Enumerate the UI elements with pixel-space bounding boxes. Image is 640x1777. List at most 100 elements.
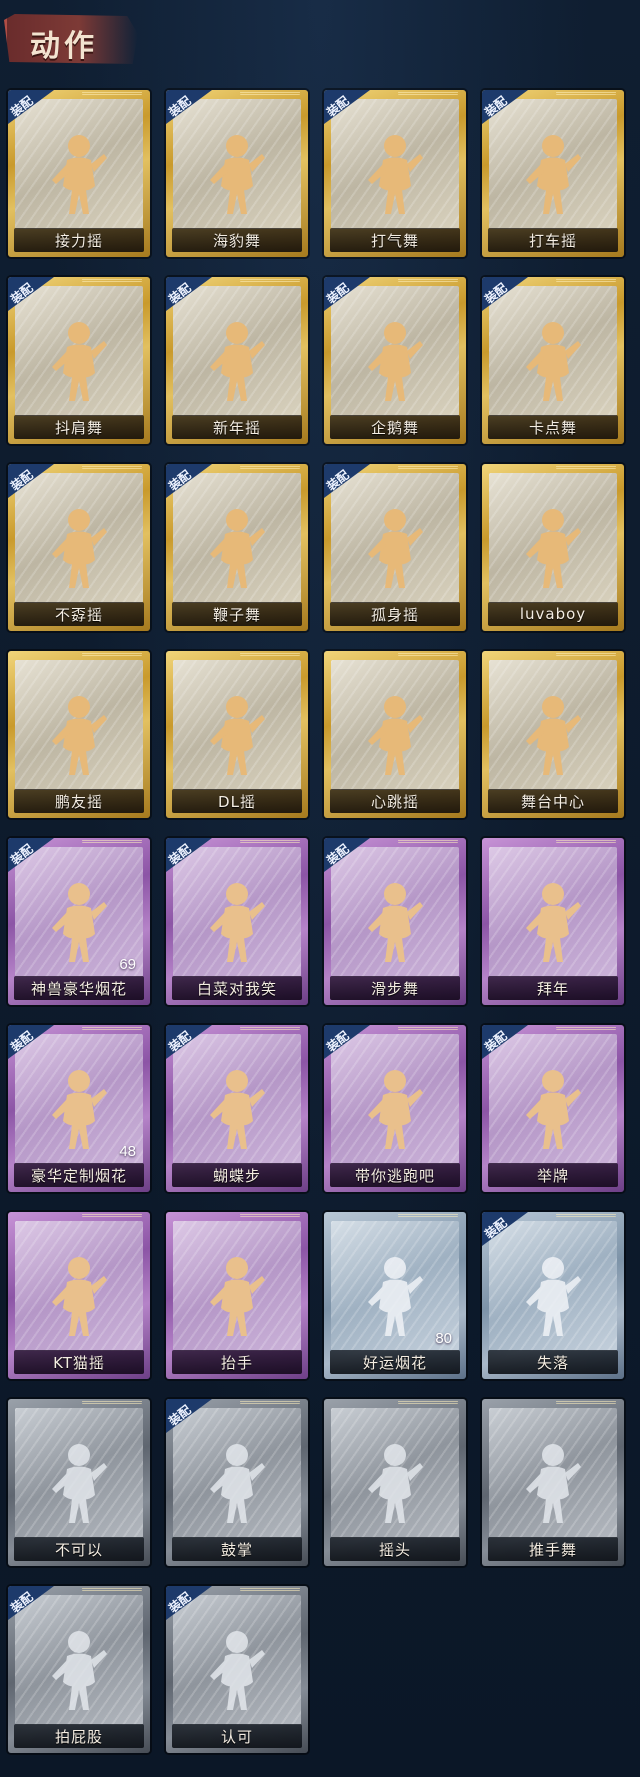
emote-name: 心跳摇 (370, 792, 419, 811)
emote-card-9[interactable]: 鞭子舞 装配 (166, 464, 308, 631)
card-label-bar: 企鹅舞 (330, 415, 460, 439)
emote-card-32[interactable]: 拍屁股 装配 (8, 1586, 150, 1753)
emote-name: 好运烟花 (362, 1353, 427, 1372)
emote-card-28[interactable]: 不可以 装配 (8, 1399, 150, 1566)
emote-card-20[interactable]: 48 豪华定制烟花 装配 (8, 1025, 150, 1192)
card-label-bar: 不可以 (14, 1537, 144, 1561)
emote-card-25[interactable]: 抬手 装配 (166, 1212, 308, 1379)
emote-card-23[interactable]: 举牌 装配 (482, 1025, 624, 1192)
emote-card-27[interactable]: 失落 装配 (482, 1212, 624, 1379)
dancer-figure-icon (526, 1257, 581, 1336)
section-title: 动作 (30, 29, 98, 64)
card-label-bar: 蝴蝶步 (172, 1163, 302, 1187)
emote-card-18[interactable]: 滑步舞 装配 (324, 838, 466, 1005)
item-count: 80 (435, 1330, 452, 1347)
card-label-bar: 打车摇 (488, 228, 618, 252)
emote-name: 举牌 (536, 1166, 569, 1185)
dancer-figure-icon (526, 1070, 581, 1149)
card-label-bar: 鹏友摇 (14, 789, 144, 813)
emote-card-0[interactable]: 接力摇 装配 (8, 90, 150, 257)
emote-name: 带你逃跑吧 (354, 1166, 435, 1185)
dancer-figure-icon (526, 322, 581, 401)
card-label-bar: 舞台中心 (488, 789, 618, 813)
emote-card-10[interactable]: 孤身摇 装配 (324, 464, 466, 631)
dancer-figure-icon (368, 1070, 423, 1149)
emote-name: 鼓掌 (220, 1540, 253, 1559)
card-label-bar: 举牌 (488, 1163, 618, 1187)
item-count: 69 (119, 956, 136, 973)
dancer-figure-icon (368, 696, 423, 775)
emote-card-1[interactable]: 海豹舞 装配 (166, 90, 308, 257)
emote-name: 白菜对我笑 (196, 979, 277, 998)
emote-card-33[interactable]: 认可 装配 (166, 1586, 308, 1753)
emote-name: 打车摇 (528, 231, 577, 250)
card-label-bar: DL摇 (172, 789, 302, 813)
emote-card-6[interactable]: 企鹅舞 装配 (324, 277, 466, 444)
emote-name: 卡点舞 (528, 418, 577, 437)
emote-name: 孤身摇 (370, 605, 419, 624)
emote-card-26[interactable]: 80 好运烟花 装配 (324, 1212, 466, 1379)
dancer-figure-icon (210, 1631, 265, 1710)
emote-name: 企鹅舞 (370, 418, 419, 437)
emote-card-7[interactable]: 卡点舞 装配 (482, 277, 624, 444)
emote-card-15[interactable]: 舞台中心 装配 (482, 651, 624, 818)
dancer-figure-icon (52, 509, 107, 588)
emote-card-12[interactable]: 鹏友摇 装配 (8, 651, 150, 818)
section-header: 动作 (4, 14, 138, 64)
card-label-bar: 新年摇 (172, 415, 302, 439)
emote-name: 打气舞 (370, 231, 419, 250)
emote-name: DL摇 (218, 792, 256, 811)
emote-card-16[interactable]: 69 神兽豪华烟花 装配 (8, 838, 150, 1005)
emote-name: 神兽豪华烟花 (30, 979, 127, 998)
emote-card-19[interactable]: 拜年 装配 (482, 838, 624, 1005)
dancer-figure-icon (52, 1257, 107, 1336)
card-label-bar: 白菜对我笑 (172, 976, 302, 1000)
card-label-bar: 抖肩舞 (14, 415, 144, 439)
dancer-figure-icon (368, 509, 423, 588)
dancer-figure-icon (526, 696, 581, 775)
card-label-bar: 海豹舞 (172, 228, 302, 252)
emote-card-8[interactable]: 不孬摇 装配 (8, 464, 150, 631)
dancer-figure-icon (210, 1257, 265, 1336)
card-label-bar: 鞭子舞 (172, 602, 302, 626)
dancer-figure-icon (368, 883, 423, 962)
emote-name: 海豹舞 (212, 231, 261, 250)
emote-card-21[interactable]: 蝴蝶步 装配 (166, 1025, 308, 1192)
dancer-figure-icon (210, 509, 265, 588)
card-label-bar: 接力摇 (14, 228, 144, 252)
emote-card-13[interactable]: DL摇 装配 (166, 651, 308, 818)
emote-card-17[interactable]: 白菜对我笑 装配 (166, 838, 308, 1005)
card-label-bar: 心跳摇 (330, 789, 460, 813)
dancer-figure-icon (210, 1444, 265, 1523)
emote-name: 认可 (220, 1727, 253, 1746)
emote-name: 拜年 (536, 979, 569, 998)
emote-name: 推手舞 (528, 1540, 577, 1559)
dancer-figure-icon (52, 696, 107, 775)
dancer-figure-icon (52, 1631, 107, 1710)
emote-card-14[interactable]: 心跳摇 装配 (324, 651, 466, 818)
emote-name: 抬手 (220, 1353, 253, 1372)
emote-card-4[interactable]: 抖肩舞 装配 (8, 277, 150, 444)
emote-card-24[interactable]: KT猫摇 装配 (8, 1212, 150, 1379)
card-label-bar: 神兽豪华烟花 (14, 976, 144, 1000)
emote-card-3[interactable]: 打车摇 装配 (482, 90, 624, 257)
item-count: 48 (119, 1143, 136, 1160)
dancer-figure-icon (368, 1257, 423, 1336)
emote-card-29[interactable]: 鼓掌 装配 (166, 1399, 308, 1566)
emote-card-2[interactable]: 打气舞 装配 (324, 90, 466, 257)
emote-name: 舞台中心 (520, 792, 585, 811)
dancer-figure-icon (52, 322, 107, 401)
emote-card-30[interactable]: 摇头 装配 (324, 1399, 466, 1566)
emote-card-22[interactable]: 带你逃跑吧 装配 (324, 1025, 466, 1192)
card-label-bar: 孤身摇 (330, 602, 460, 626)
card-label-bar: 认可 (172, 1724, 302, 1748)
dancer-figure-icon (210, 883, 265, 962)
emote-card-11[interactable]: luvaboy 装配 (482, 464, 624, 631)
emote-name: 接力摇 (54, 231, 103, 250)
emote-card-31[interactable]: 推手舞 装配 (482, 1399, 624, 1566)
dancer-figure-icon (368, 322, 423, 401)
emote-name: KT猫摇 (53, 1353, 105, 1372)
emote-name: 豪华定制烟花 (30, 1166, 127, 1185)
emote-card-5[interactable]: 新年摇 装配 (166, 277, 308, 444)
card-label-bar: 豪华定制烟花 (14, 1163, 144, 1187)
